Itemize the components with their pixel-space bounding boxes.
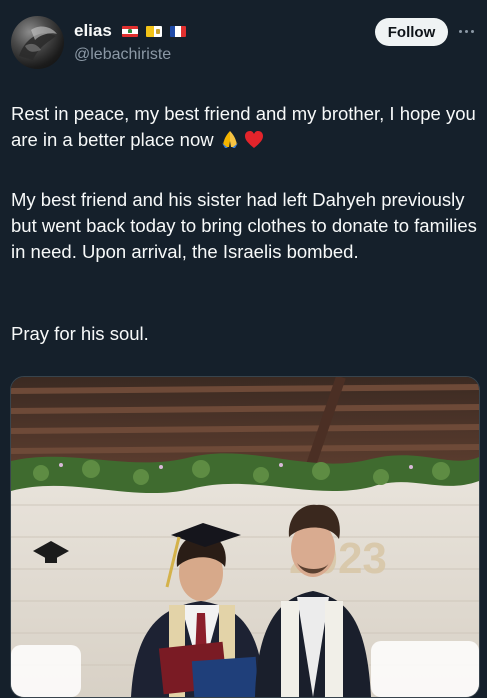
folded-hands-icon bbox=[220, 129, 240, 156]
tweet-header: elias @lebachiriste Follow bbox=[0, 0, 487, 80]
tweet-paragraph-3: Pray for his soul. bbox=[11, 323, 149, 344]
vatican-flag-icon bbox=[145, 25, 162, 37]
author-name-row: elias bbox=[74, 21, 186, 41]
lebanon-flag-icon bbox=[121, 25, 138, 37]
more-options-icon[interactable] bbox=[457, 29, 477, 35]
follow-button[interactable]: Follow bbox=[375, 18, 448, 46]
author-handle[interactable]: @lebachiriste bbox=[74, 46, 171, 64]
avatar[interactable] bbox=[11, 16, 64, 69]
red-heart-icon bbox=[244, 130, 264, 156]
tweet-paragraph-1: Rest in peace, my best friend and my bro… bbox=[11, 101, 477, 156]
tweet-paragraph-2: My best friend and his sister had left D… bbox=[11, 189, 477, 262]
tweet-photo[interactable]: 2023 bbox=[10, 376, 480, 698]
author-name[interactable]: elias bbox=[74, 21, 112, 41]
france-flag-icon bbox=[169, 25, 186, 37]
